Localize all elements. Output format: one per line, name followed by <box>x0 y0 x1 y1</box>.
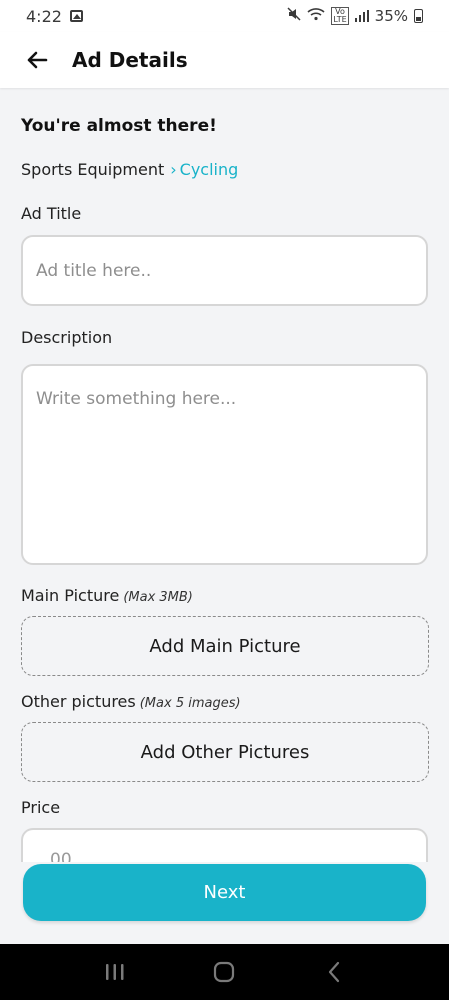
breadcrumb-category[interactable]: Sports Equipment <box>21 160 164 179</box>
app-header: Ad Details <box>0 32 449 88</box>
status-time: 4:22 <box>26 6 62 26</box>
other-pictures-label-text: Other pictures <box>21 692 136 711</box>
description-label: Description <box>21 328 113 347</box>
chevron-right-icon: › <box>170 160 177 179</box>
back-icon <box>329 961 340 983</box>
ad-title-input[interactable] <box>21 235 428 306</box>
volte-icon: Vo LTE <box>331 7 349 25</box>
arrow-left-icon <box>27 51 48 69</box>
form-headline: You're almost there! <box>21 116 217 136</box>
page-title: Ad Details <box>72 48 188 72</box>
price-label: Price <box>21 798 61 817</box>
add-main-picture-button[interactable]: Add Main Picture <box>21 616 429 676</box>
wifi-icon <box>307 7 325 25</box>
status-bar: 4:22 Vo LTE 35% <box>0 0 449 32</box>
main-picture-label-text: Main Picture <box>21 586 120 605</box>
image-icon <box>69 10 83 22</box>
main-picture-label: Main Picture (Max 3MB) <box>21 586 193 605</box>
description-textarea[interactable] <box>21 364 428 565</box>
main-picture-hint: (Max 3MB) <box>123 590 193 605</box>
other-pictures-label: Other pictures (Max 5 images) <box>21 692 241 711</box>
ad-title-label: Ad Title <box>21 204 82 223</box>
add-other-pictures-button[interactable]: Add Other Pictures <box>21 722 429 782</box>
home-button[interactable] <box>204 952 244 992</box>
signal-icon <box>354 10 369 22</box>
recent-apps-icon <box>105 964 124 980</box>
status-right: Vo LTE 35% <box>287 7 423 25</box>
battery-percentage: 35% <box>374 7 408 25</box>
breadcrumb-subcategory: Cycling <box>179 160 239 179</box>
next-button[interactable]: Next <box>23 864 426 921</box>
mute-icon <box>287 7 301 25</box>
status-left: 4:22 <box>26 7 83 26</box>
system-nav-bar <box>0 944 449 1000</box>
other-pictures-hint: (Max 5 images) <box>139 696 241 711</box>
home-icon <box>214 961 235 983</box>
system-back-button[interactable] <box>314 952 354 992</box>
battery-icon <box>414 9 423 23</box>
back-button[interactable] <box>24 48 50 72</box>
recent-apps-button[interactable] <box>95 952 135 992</box>
breadcrumb: Sports Equipment › Cycling <box>21 160 238 179</box>
